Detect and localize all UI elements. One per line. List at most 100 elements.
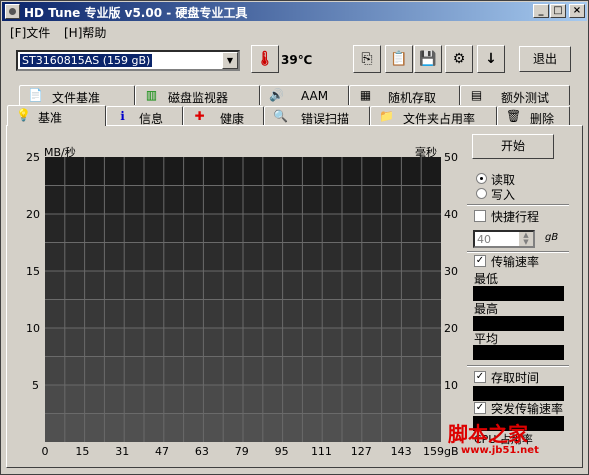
y-tick-label-right: 10: [444, 379, 458, 392]
tab-folder-usage[interactable]: 📁 文件夹占用率: [370, 106, 497, 126]
short-stroke-input[interactable]: 40 ▲ ▼: [473, 230, 535, 248]
save-icon: 💾: [419, 51, 437, 67]
separator: [467, 204, 569, 206]
options-button[interactable]: ⚙: [445, 45, 473, 73]
start-button[interactable]: 开始: [472, 134, 554, 159]
app-icon: [5, 4, 20, 19]
tab-label: AAM: [301, 89, 329, 103]
tab-health[interactable]: ✚ 健康: [183, 106, 264, 126]
separator: [467, 365, 569, 367]
x-tick-label: 0: [41, 445, 49, 458]
tab-disk-monitor[interactable]: ▥ 磁盘监视器: [135, 85, 260, 105]
x-tick-label: 111: [310, 445, 332, 458]
benchmark-chart: [45, 157, 441, 443]
y-tick-label-right: 20: [444, 322, 458, 335]
y-tick-label-left: 25: [26, 151, 40, 164]
write-radio[interactable]: [476, 188, 487, 199]
thermometer-icon: 🌡: [256, 51, 274, 67]
drive-select[interactable]: ST3160815AS (159 gB) ▼: [16, 50, 240, 71]
tab-delete[interactable]: 🗑 删除: [497, 106, 570, 126]
short-stroke-unit: gB: [545, 232, 559, 243]
tab-error-scan[interactable]: 🔍 错误扫描: [264, 106, 370, 126]
min-label: 最低: [474, 272, 499, 286]
extra-tests-icon: ▤: [470, 88, 483, 102]
tab-random-access[interactable]: ▦ 随机存取: [349, 85, 460, 105]
x-tick-label: 143: [390, 445, 412, 458]
tab-label: 文件基准: [52, 91, 101, 105]
copy-icon: ⎘: [361, 51, 373, 67]
y-tick-label-right: 30: [444, 265, 458, 278]
y-tick-label-right: 40: [444, 208, 458, 221]
error-scan-icon: 🔍: [273, 109, 288, 123]
access-time-display: [473, 386, 564, 401]
title-bar: HD Tune 专业版 v5.00 - 硬盘专业工具 _ □ ×: [2, 2, 587, 21]
x-tick-label: 47: [155, 445, 170, 458]
y-tick-label-left: 20: [26, 208, 40, 221]
x-tick-label: 127: [350, 445, 372, 458]
chevron-down-icon[interactable]: ▼: [222, 52, 238, 69]
random-access-icon: ▦: [359, 88, 372, 102]
folder-usage-icon: 📁: [379, 109, 394, 123]
tab-extra-tests[interactable]: ▤ 额外测试: [460, 85, 570, 105]
x-tick-label: 79: [234, 445, 249, 458]
x-tick-label: 31: [115, 445, 130, 458]
short-stroke-value: 40: [477, 233, 491, 246]
copy-button[interactable]: ⎘: [353, 45, 381, 73]
tab-label: 随机存取: [388, 91, 437, 105]
thermometer-button[interactable]: 🌡: [251, 45, 279, 73]
benchmark-icon: 💡: [16, 108, 31, 122]
tab-file-benchmark[interactable]: 📄 文件基准: [19, 85, 135, 105]
app-window: HD Tune 专业版 v5.00 - 硬盘专业工具 _ □ × [F]文件 […: [0, 0, 589, 475]
tab-label: 磁盘监视器: [168, 91, 229, 105]
watermark-url: www.jb51.net: [461, 445, 539, 456]
x-tick-label: 15: [75, 445, 90, 458]
paste-icon: 📋: [390, 51, 408, 67]
tab-label: 基准: [38, 111, 63, 125]
access-time-label: 存取时间: [491, 371, 540, 385]
write-label: 写入: [491, 188, 516, 202]
transfer-rate-checkbox[interactable]: ✓: [474, 255, 486, 267]
x-tick-label: 95: [274, 445, 289, 458]
access-time-checkbox[interactable]: ✓: [474, 371, 486, 383]
window-title: HD Tune 专业版 v5.00 - 硬盘专业工具: [24, 6, 248, 20]
health-icon: ✚: [194, 109, 205, 123]
burst-rate-checkbox[interactable]: ✓: [474, 402, 486, 414]
transfer-rate-label: 传输速率: [491, 255, 540, 269]
minimize-button[interactable]: _: [533, 4, 549, 18]
menu-bar: [F]文件 [H]帮助: [2, 22, 587, 40]
min-value-display: [473, 286, 564, 301]
y-tick-label-left: 10: [26, 322, 40, 335]
max-label: 最高: [474, 302, 499, 316]
read-radio[interactable]: [476, 173, 487, 184]
tab-info[interactable]: ℹ 信息: [106, 106, 183, 126]
save-button[interactable]: 💾: [414, 45, 442, 73]
menu-help[interactable]: [H]帮助: [64, 24, 106, 41]
chart-svg: [45, 157, 441, 443]
exit-button[interactable]: 退出: [519, 46, 571, 72]
max-value-display: [473, 316, 564, 331]
y-tick-label-left: 5: [32, 379, 39, 392]
drive-select-value: ST3160815AS (159 gB): [20, 54, 153, 67]
tab-benchmark[interactable]: 💡 基准: [7, 105, 106, 126]
burst-rate-label: 突发传输速率: [491, 402, 564, 416]
info-icon: ℹ: [120, 109, 125, 123]
y-tick-label-right: 50: [444, 151, 458, 164]
disk-monitor-icon: ▥: [145, 88, 158, 102]
download-button[interactable]: ↓: [477, 45, 505, 73]
down-arrow-icon: ↓: [485, 51, 497, 67]
maximize-button[interactable]: □: [550, 4, 566, 18]
short-stroke-checkbox[interactable]: [474, 210, 486, 222]
paste-button[interactable]: 📋: [385, 45, 413, 73]
key-icon: ⚙: [452, 51, 466, 67]
trash-icon: 🗑: [506, 109, 522, 123]
tab-label: 额外测试: [501, 91, 550, 105]
avg-value-display: [473, 345, 564, 360]
spinner-arrows-icon[interactable]: ▲ ▼: [519, 232, 533, 246]
speaker-icon: 🔊: [269, 88, 284, 102]
close-button[interactable]: ×: [569, 4, 585, 18]
x-tick-label: 63: [194, 445, 209, 458]
tab-aam[interactable]: 🔊 AAM: [260, 85, 349, 105]
temperature-readout: 39℃: [281, 53, 313, 67]
watermark-logo: 脚本之家: [448, 422, 528, 446]
menu-file[interactable]: [F]文件: [10, 24, 50, 41]
